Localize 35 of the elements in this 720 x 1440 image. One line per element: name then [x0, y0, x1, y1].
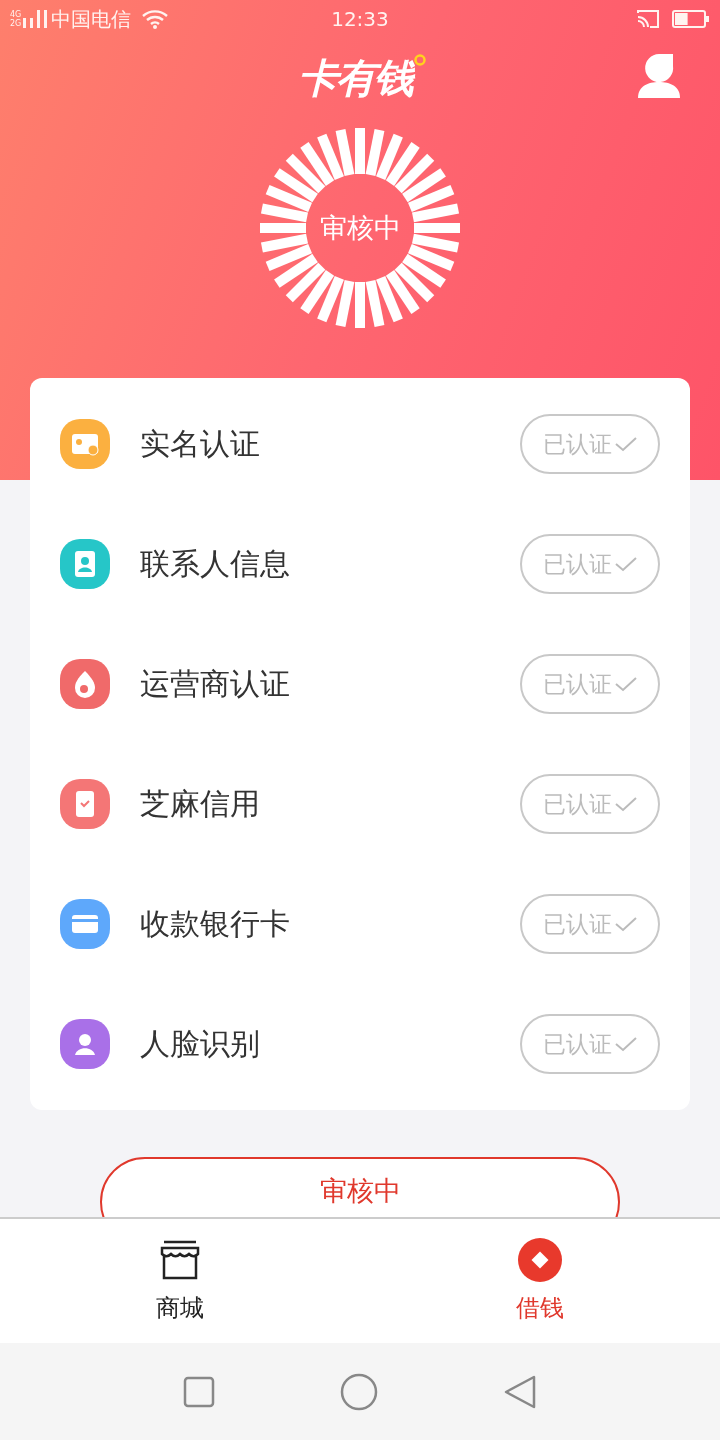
verification-label: 芝麻信用: [140, 784, 261, 823]
review-button[interactable]: 审核中: [100, 1157, 620, 1217]
app-logo: 卡有钱: [292, 50, 428, 106]
check-icon: [613, 1036, 638, 1052]
check-icon: [613, 916, 638, 932]
verified-status[interactable]: 已认证: [520, 534, 660, 594]
back-icon[interactable]: [503, 1373, 538, 1410]
network-label: 2G: [10, 19, 22, 28]
check-icon: [613, 436, 638, 452]
check-icon: [613, 556, 638, 572]
verified-status[interactable]: 已认证: [520, 894, 660, 954]
battery-icon: [672, 10, 710, 28]
clock-time: 12:33: [330, 7, 390, 31]
user-icon[interactable]: [638, 52, 680, 98]
network-label: 4G: [10, 10, 22, 19]
carrier-name: 中国电信: [51, 5, 132, 33]
verified-status[interactable]: 已认证: [520, 654, 660, 714]
verified-status[interactable]: 已认证: [520, 1014, 660, 1074]
review-status: 审核中: [319, 211, 401, 245]
verification-label: 收款银行卡: [140, 904, 291, 943]
verification-label: 人脸识别: [140, 1024, 261, 1063]
verification-label: 运营商认证: [140, 664, 291, 703]
check-icon: [613, 796, 638, 812]
check-icon: [613, 676, 638, 692]
tab-item[interactable]: 商城: [0, 1219, 360, 1343]
verification-label: 联系人信息: [140, 544, 291, 583]
cast-icon: [636, 9, 660, 29]
shop-icon: [158, 1238, 202, 1282]
verified-status[interactable]: 已认证: [520, 774, 660, 834]
verified-status[interactable]: 已认证: [520, 414, 660, 474]
tab-item[interactable]: 借钱: [360, 1219, 720, 1343]
home-icon[interactable]: [340, 1372, 378, 1411]
diamond-coin-icon: [518, 1238, 562, 1282]
verification-label: 实名认证: [140, 424, 261, 463]
recent-apps-icon[interactable]: [182, 1375, 215, 1408]
